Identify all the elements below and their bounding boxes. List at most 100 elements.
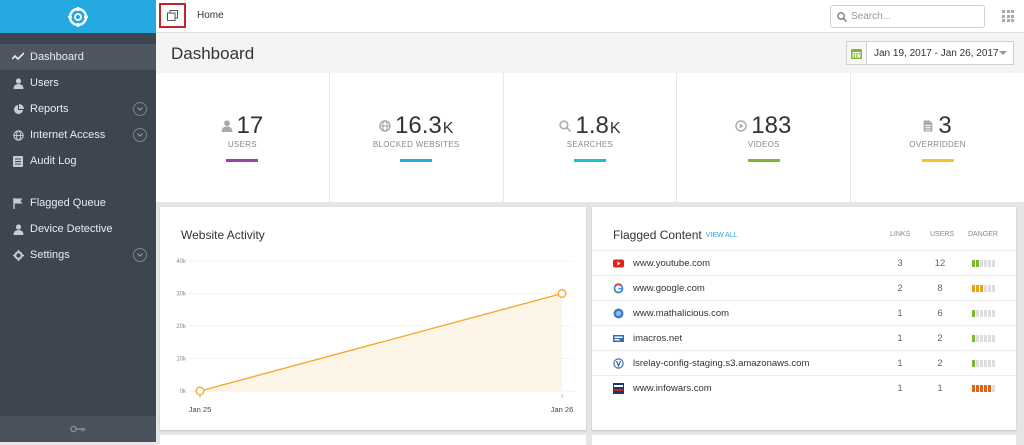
sidebar-item-device-detective[interactable]: Device Detective: [0, 216, 156, 242]
users-count: 2: [937, 358, 943, 369]
sidebar-item-label: Internet Access: [30, 129, 106, 141]
stat-accent-bar: [747, 159, 780, 162]
column-header-danger[interactable]: DANGER: [968, 231, 998, 238]
search-box[interactable]: [830, 5, 985, 28]
data-point: [557, 289, 567, 298]
search-input[interactable]: [851, 11, 971, 22]
flagged-domain[interactable]: www.google.com: [633, 283, 705, 294]
flagged-row[interactable]: www.youtube.com 3 12: [592, 250, 1016, 275]
danger-segment: [988, 310, 991, 317]
stat-blocked-websites[interactable]: 16.3K BLOCKED WEBSITES: [330, 73, 504, 202]
danger-segment: [980, 285, 983, 292]
sidebar-toggle-button[interactable]: [159, 3, 186, 28]
chevron-down-icon[interactable]: [133, 248, 147, 262]
sidebar: Dashboard Users Reports Internet Access …: [0, 0, 156, 442]
sidebar-item-dashboard[interactable]: Dashboard: [0, 44, 156, 70]
flagged-row[interactable]: www.mathalicious.com 1 6: [592, 300, 1016, 325]
sidebar-item-flagged-queue[interactable]: Flagged Queue: [0, 190, 156, 216]
danger-segment: [976, 310, 979, 317]
sidebar-item-label: Users: [30, 77, 59, 89]
stat-value: 183: [751, 112, 792, 139]
danger-segment: [988, 360, 991, 367]
stat-users[interactable]: 17 USERS: [156, 73, 330, 202]
stat-label: VIDEOS: [747, 140, 780, 149]
danger-meter: [972, 360, 995, 367]
view-all-link[interactable]: VIEW ALL: [706, 232, 738, 239]
sidebar-item-audit-log[interactable]: Audit Log: [0, 148, 156, 174]
activity-icon: [12, 51, 24, 63]
danger-segment: [980, 260, 983, 267]
breadcrumb[interactable]: Home: [197, 10, 224, 21]
column-header-links[interactable]: LINKS: [890, 231, 910, 238]
danger-meter: [972, 335, 995, 342]
column-header-users[interactable]: USERS: [930, 231, 954, 238]
page-header: Dashboard Jan 19, 2017 - Jan 26, 2017: [156, 33, 1024, 73]
x-tick-label: Jan 25: [189, 405, 212, 414]
flagged-row[interactable]: lsrelay-config-staging.s3.amazonaws.com 1…: [592, 350, 1016, 375]
danger-segment: [984, 385, 987, 392]
flagged-domain[interactable]: www.youtube.com: [633, 258, 710, 269]
stat-value: 3: [938, 112, 952, 139]
flagged-row[interactable]: www.google.com 2 8: [592, 275, 1016, 300]
calendar-icon: [847, 42, 867, 64]
flagged-domain[interactable]: imacros.net: [633, 333, 682, 344]
users-count: 1: [937, 383, 943, 394]
date-range-picker[interactable]: Jan 19, 2017 - Jan 26, 2017: [846, 41, 1014, 65]
sidebar-item-label: Flagged Queue: [30, 197, 106, 209]
danger-segment: [980, 360, 983, 367]
chevron-down-icon[interactable]: [133, 128, 147, 142]
stat-label: SEARCHES: [566, 140, 614, 149]
links-count: 3: [897, 258, 903, 269]
sidebar-item-settings[interactable]: Settings: [0, 242, 156, 268]
danger-segment: [984, 285, 987, 292]
key-icon[interactable]: [70, 425, 86, 433]
search-icon: [837, 11, 847, 22]
date-range-value: Jan 19, 2017 - Jan 26, 2017: [874, 47, 999, 59]
danger-segment: [972, 260, 975, 267]
apps-grid-icon[interactable]: [1002, 10, 1014, 22]
flagged-domain[interactable]: www.infowars.com: [633, 383, 712, 394]
stat-accent-bar: [921, 159, 954, 162]
danger-segment: [992, 360, 995, 367]
sidebar-item-internet-access[interactable]: Internet Access: [0, 122, 156, 148]
sidebar-item-label: Settings: [30, 249, 70, 261]
flagged-domain[interactable]: www.mathalicious.com: [633, 308, 729, 319]
links-count: 2: [897, 283, 903, 294]
document-icon: [924, 120, 933, 132]
stat-searches[interactable]: 1.8K SEARCHES: [504, 73, 678, 202]
stat-accent-bar: [573, 159, 606, 162]
lsrelay-icon: [613, 358, 624, 369]
y-tick-label: 40k: [176, 259, 187, 265]
stat-accent-bar: [400, 159, 433, 162]
bottom-card-right: [592, 435, 1016, 445]
danger-segment: [976, 385, 979, 392]
danger-segment: [988, 385, 991, 392]
data-point: [195, 386, 205, 396]
mathalicious-icon: [613, 308, 624, 319]
y-tick-label: 10k: [176, 357, 187, 363]
infowars-icon: [613, 383, 624, 394]
stat-value: 17: [236, 112, 264, 139]
flagged-domain[interactable]: lsrelay-config-staging.s3.amazonaws.com: [633, 358, 809, 369]
x-tick-label: Jan 26: [551, 405, 574, 414]
danger-segment: [992, 260, 995, 267]
stat-overridden[interactable]: 3 OVERRIDDEN: [851, 73, 1024, 202]
danger-segment: [976, 260, 979, 267]
chevron-down-icon[interactable]: [133, 102, 147, 116]
stat-videos[interactable]: 183 VIDEOS: [677, 73, 852, 202]
danger-segment: [972, 285, 975, 292]
danger-segment: [972, 360, 975, 367]
pie-chart-icon: [12, 103, 24, 115]
card-title: Flagged Content: [613, 228, 702, 242]
sidebar-item-users[interactable]: Users: [0, 70, 156, 96]
website-activity-chart[interactable]: 0k 10k 20k 30k 40k Jan 25 Jan 26: [160, 207, 586, 430]
links-count: 1: [897, 358, 903, 369]
logo-icon[interactable]: [67, 6, 89, 28]
flagged-row[interactable]: www.infowars.com 1 1: [592, 375, 1016, 400]
sidebar-item-reports[interactable]: Reports: [0, 96, 156, 122]
user-icon: [221, 120, 233, 132]
stat-value: 16.3: [395, 112, 442, 139]
stat-value: 1.8: [575, 112, 609, 139]
danger-segment: [988, 335, 991, 342]
flagged-row[interactable]: imacros.net 1 2: [592, 325, 1016, 350]
